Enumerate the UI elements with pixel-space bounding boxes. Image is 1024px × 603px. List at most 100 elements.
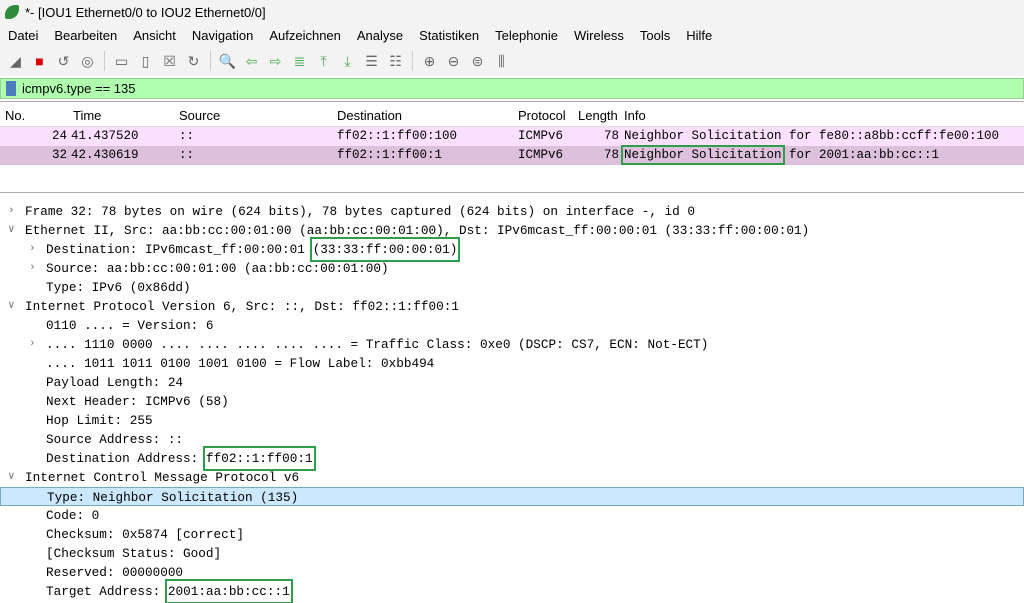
tree-item-text: Next Header: ICMPv6 (58) xyxy=(46,394,229,409)
tree-item[interactable]: Next Header: ICMPv6 (58) xyxy=(0,392,1024,411)
menu-analyse[interactable]: Analyse xyxy=(349,28,411,43)
packet-row[interactable]: 24 41.437520 :: ff02::1:ff00:100 ICMPv6 … xyxy=(0,127,1024,146)
packet-time: 42.430619 xyxy=(71,148,139,162)
tree-item-text: .... 1110 0000 .... .... .... .... .... … xyxy=(46,337,709,352)
menu-wireless[interactable]: Wireless xyxy=(566,28,632,43)
zoom-out-icon[interactable]: ⊖ xyxy=(444,52,463,71)
tree-item[interactable]: Checksum: 0x5874 [correct] xyxy=(0,525,1024,544)
expanded-arrow-icon[interactable]: ∨ xyxy=(8,221,20,240)
zoom-in-icon[interactable]: ⊕ xyxy=(420,52,439,71)
tree-item[interactable]: Destination Address: ff02::1:ff00:1 xyxy=(0,446,1024,471)
tree-item[interactable]: Payload Length: 24 xyxy=(0,373,1024,392)
menu-statistiken[interactable]: Statistiken xyxy=(411,28,487,43)
display-filter-bar[interactable]: icmpv6.type == 135 xyxy=(0,78,1024,99)
tree-item[interactable]: Type: IPv6 (0x86dd) xyxy=(0,278,1024,297)
packet-protocol: ICMPv6 xyxy=(518,129,564,143)
colorize-icon[interactable]: ☷ xyxy=(386,52,405,71)
packet-length: 78 xyxy=(603,148,619,162)
collapsed-arrow-icon[interactable]: › xyxy=(29,335,41,354)
open-icon[interactable]: ▭ xyxy=(112,52,131,71)
tree-item[interactable]: Hop Limit: 255 xyxy=(0,411,1024,430)
find-icon[interactable]: 🔍 xyxy=(218,52,237,71)
menu-tools[interactable]: Tools xyxy=(632,28,678,43)
collapsed-arrow-icon[interactable]: › xyxy=(29,240,41,259)
tree-item[interactable]: ∨ Ethernet II, Src: aa:bb:cc:00:01:00 (aa… xyxy=(0,221,1024,240)
tree-item[interactable]: Code: 0 xyxy=(0,506,1024,525)
packet-time: 41.437520 xyxy=(71,129,139,143)
tree-item[interactable]: › Source: aa:bb:cc:00:01:00 (aa:bb:cc:00:… xyxy=(0,259,1024,278)
expanded-arrow-icon[interactable]: ∨ xyxy=(8,297,20,316)
tree-item-text: Target Address: xyxy=(46,584,168,599)
forward-icon[interactable]: ⇨ xyxy=(266,52,285,71)
tree-item[interactable]: › Frame 32: 78 bytes on wire (624 bits), … xyxy=(0,202,1024,221)
menu-datei[interactable]: Datei xyxy=(0,28,46,43)
main-toolbar: ◢ ■ ↺ ◎ ▭ ▯ ☒ ↻ 🔍 ⇦ ⇨ ≣ ⤒ ⤓ ☰ ☷ ⊕ ⊖ ⊜ ⫼ xyxy=(0,46,1024,76)
shark-fin-start-icon[interactable]: ◢ xyxy=(6,52,25,71)
packet-destination: ff02::1:ff00:100 xyxy=(337,129,458,143)
packet-source: :: xyxy=(179,129,195,143)
menu-bar: Datei Bearbeiten Ansicht Navigation Aufzeich… xyxy=(0,24,1024,46)
tree-item-text: Source Address: :: xyxy=(46,432,184,447)
autoscroll-icon[interactable]: ☰ xyxy=(362,52,381,71)
tree-item[interactable]: Target Address: 2001:aa:bb:cc::1 xyxy=(0,579,1024,603)
highlighted-value: (33:33:ff:00:00:01) xyxy=(309,237,461,262)
tree-item-text: Hop Limit: 255 xyxy=(46,413,153,428)
close-file-icon[interactable]: ☒ xyxy=(160,52,179,71)
packet-source: :: xyxy=(179,148,195,162)
menu-hilfe[interactable]: Hilfe xyxy=(678,28,720,43)
tree-item-text: .... 1011 1011 0100 1001 0100 = Flow Lab… xyxy=(46,356,435,371)
info-highlight: Neighbor Solicitation xyxy=(621,145,785,165)
toolbar-separator xyxy=(412,51,413,71)
tree-item[interactable]: [Checksum Status: Good] xyxy=(0,544,1024,563)
column-destination[interactable]: Destination xyxy=(337,105,402,127)
tree-item[interactable]: Type: Neighbor Solicitation (135) xyxy=(0,487,1024,506)
collapsed-arrow-icon[interactable]: › xyxy=(8,202,20,221)
menu-telephonie[interactable]: Telephonie xyxy=(487,28,566,43)
back-icon[interactable]: ⇦ xyxy=(242,52,261,71)
menu-navigation[interactable]: Navigation xyxy=(184,28,261,43)
tree-item[interactable]: ∨ Internet Control Message Protocol v6 xyxy=(0,468,1024,487)
tree-item-text: Ethernet II, Src: aa:bb:cc:00:01:00 (aa:… xyxy=(25,223,810,238)
tree-item-text: Type: Neighbor Solicitation (135) xyxy=(47,490,299,505)
column-length[interactable]: Length xyxy=(578,105,618,127)
file-icon[interactable]: ▯ xyxy=(136,52,155,71)
packet-details-tree: › Frame 32: 78 bytes on wire (624 bits), … xyxy=(0,201,1024,603)
column-protocol[interactable]: Protocol xyxy=(518,105,566,127)
collapsed-arrow-icon[interactable]: › xyxy=(29,259,41,278)
packet-info: Neighbor Solicitation for fe80::a8bb:ccf… xyxy=(624,129,1000,143)
tree-item-text: Reserved: 00000000 xyxy=(46,565,184,580)
last-packet-icon[interactable]: ⤓ xyxy=(338,52,357,71)
restart-icon[interactable]: ↺ xyxy=(54,52,73,71)
menu-bearbeiten[interactable]: Bearbeiten xyxy=(46,28,125,43)
tree-item[interactable]: ∨ Internet Protocol Version 6, Src: ::, D… xyxy=(0,297,1024,316)
column-no[interactable]: No. xyxy=(5,105,25,127)
stop-icon[interactable]: ■ xyxy=(30,52,49,71)
column-source[interactable]: Source xyxy=(179,105,220,127)
bookmark-icon[interactable] xyxy=(6,81,16,96)
zoom-reset-icon[interactable]: ⊜ xyxy=(468,52,487,71)
highlighted-value: 2001:aa:bb:cc::1 xyxy=(164,579,293,603)
go-to-packet-icon[interactable]: ≣ xyxy=(290,52,309,71)
menu-aufzeichnen[interactable]: Aufzeichnen xyxy=(261,28,349,43)
tree-item[interactable]: .... 1011 1011 0100 1001 0100 = Flow Lab… xyxy=(0,354,1024,373)
tree-item[interactable]: › Destination: IPv6mcast_ff:00:00:01 (33:… xyxy=(0,237,1024,262)
expanded-arrow-icon[interactable]: ∨ xyxy=(8,468,20,487)
resize-columns-icon[interactable]: ⫼ xyxy=(492,52,511,71)
tree-item[interactable]: › .... 1110 0000 .... .... .... .... ....… xyxy=(0,335,1024,354)
first-packet-icon[interactable]: ⤒ xyxy=(314,52,333,71)
column-time[interactable]: Time xyxy=(73,105,101,127)
menu-ansicht[interactable]: Ansicht xyxy=(125,28,184,43)
tree-item[interactable]: Reserved: 00000000 xyxy=(0,563,1024,582)
display-filter-input[interactable]: icmpv6.type == 135 xyxy=(22,81,135,96)
tree-item-text: [Checksum Status: Good] xyxy=(46,546,222,561)
options-icon[interactable]: ◎ xyxy=(78,52,97,71)
packet-row-selected[interactable]: 32 42.430619 :: ff02::1:ff00:1 ICMPv6 78… xyxy=(0,145,1024,165)
tree-item-text: Internet Protocol Version 6, Src: ::, Ds… xyxy=(25,299,459,314)
column-info[interactable]: Info xyxy=(624,105,646,127)
reload-icon[interactable]: ↻ xyxy=(184,52,203,71)
tree-item[interactable]: Source Address: :: xyxy=(0,430,1024,449)
info-rest: for 2001:aa:bb:cc::1 xyxy=(781,148,940,162)
toolbar-separator xyxy=(210,51,211,71)
packet-length: 78 xyxy=(603,129,619,143)
tree-item[interactable]: 0110 .... = Version: 6 xyxy=(0,316,1024,335)
